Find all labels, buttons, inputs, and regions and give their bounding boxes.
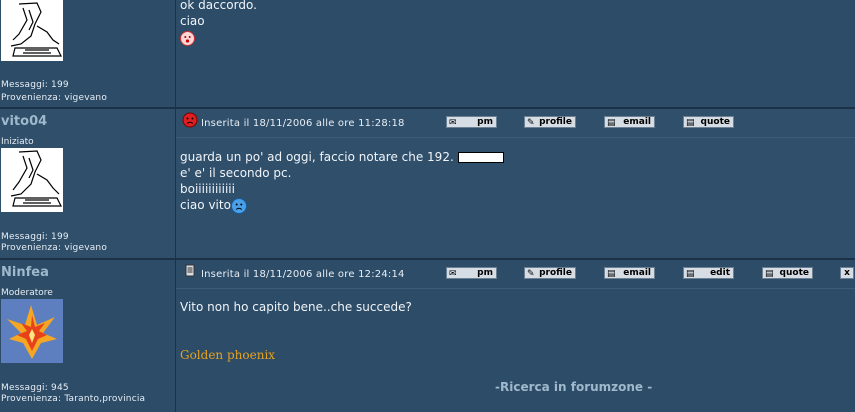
post-3-content: Inserita il 18/11/2006 alle ore 12:24:14… bbox=[176, 260, 855, 412]
pm-icon: ✉ bbox=[449, 269, 457, 279]
profile-label: profile bbox=[539, 117, 572, 127]
body-line: ok daccordo. bbox=[180, 0, 257, 12]
profile-icon: ✎ bbox=[527, 269, 535, 279]
quote-button[interactable]: ▤ quote bbox=[762, 267, 813, 279]
delete-label: x bbox=[844, 268, 850, 278]
body-line: guarda un po' ad oggi, faccio notare che… bbox=[180, 150, 454, 164]
post-3-author: Ninfea Moderatore Messaggi: 945 Provenie… bbox=[0, 260, 176, 412]
user-rank: Iniziato bbox=[1, 137, 34, 147]
user-rank: Moderatore bbox=[1, 288, 53, 298]
post-timestamp: Inserita il 18/11/2006 alle ore 11:28:18 bbox=[201, 118, 405, 129]
forum-search-link[interactable]: -Ricerca in forumzone - bbox=[495, 380, 652, 394]
pm-icon: ✉ bbox=[449, 118, 457, 128]
message-count: Messaggi: 199 bbox=[1, 232, 69, 242]
body-line: Vito non ho capito bene..che succede? bbox=[180, 300, 412, 314]
email-label: email bbox=[623, 117, 651, 127]
body-line: ciao bbox=[180, 14, 205, 28]
body-line: boiiiiiiiiiiii bbox=[180, 182, 235, 196]
post-body: ok daccordo. ciao bbox=[180, 0, 257, 46]
username[interactable]: vito04 bbox=[1, 114, 47, 129]
blush-smiley-icon bbox=[180, 31, 195, 46]
location: Provenienza: Taranto,provincia bbox=[1, 394, 146, 404]
avatar bbox=[1, 0, 63, 61]
body-line: ciao vito bbox=[180, 198, 231, 212]
location: Provenienza: vigevano bbox=[1, 243, 108, 253]
post-1-content: ok daccordo. ciao bbox=[176, 0, 855, 107]
edit-button[interactable]: ▤ edit bbox=[683, 267, 734, 279]
email-button[interactable]: ▤ email bbox=[604, 116, 655, 128]
username[interactable]: Ninfea bbox=[1, 265, 49, 280]
profile-icon: ✎ bbox=[527, 118, 535, 128]
avatar bbox=[1, 299, 63, 363]
quote-label: quote bbox=[779, 268, 809, 278]
post-body: Vito non ho capito bene..che succede? bbox=[180, 299, 412, 315]
post-2-author: vito04 Iniziato Messaggi: 199 Provenienz… bbox=[0, 109, 176, 258]
profile-label: profile bbox=[539, 268, 572, 278]
body-line: e' e' il secondo pc. bbox=[180, 166, 292, 180]
delete-button[interactable]: x bbox=[840, 267, 854, 279]
document-icon bbox=[185, 264, 195, 277]
quote-label: quote bbox=[700, 117, 730, 127]
redacted-block bbox=[457, 152, 504, 163]
post-3: Ninfea Moderatore Messaggi: 945 Provenie… bbox=[0, 260, 855, 412]
email-icon: ▤ bbox=[607, 118, 616, 128]
message-count: Messaggi: 199 bbox=[1, 80, 69, 90]
post-body: guarda un po' ad oggi, faccio notare che… bbox=[180, 149, 504, 214]
pm-label: pm bbox=[477, 117, 493, 127]
post-header: Inserita il 18/11/2006 alle ore 11:28:18… bbox=[176, 109, 855, 138]
avatar bbox=[1, 148, 63, 212]
post-2: vito04 Iniziato Messaggi: 199 Provenienz… bbox=[0, 109, 855, 258]
quote-button[interactable]: ▤ quote bbox=[683, 116, 734, 128]
location: Provenienza: vigevano bbox=[1, 93, 108, 103]
pm-button[interactable]: ✉ pm bbox=[446, 116, 497, 128]
email-icon: ▤ bbox=[607, 269, 616, 279]
pm-button[interactable]: ✉ pm bbox=[446, 267, 497, 279]
pm-label: pm bbox=[477, 268, 493, 278]
profile-button[interactable]: ✎ profile bbox=[524, 267, 576, 279]
message-count: Messaggi: 945 bbox=[1, 383, 69, 393]
post-header: Inserita il 18/11/2006 alle ore 12:24:14… bbox=[176, 260, 855, 289]
quote-icon: ▤ bbox=[686, 118, 695, 128]
post-timestamp: Inserita il 18/11/2006 alle ore 12:24:14 bbox=[201, 269, 405, 280]
email-button[interactable]: ▤ email bbox=[604, 267, 655, 279]
post-2-content: Inserita il 18/11/2006 alle ore 11:28:18… bbox=[176, 109, 855, 258]
quote-icon: ▤ bbox=[765, 269, 774, 279]
angry-face-icon bbox=[182, 112, 198, 128]
email-label: email bbox=[623, 268, 651, 278]
sad-smiley-icon bbox=[230, 197, 247, 214]
post-1: Messaggi: 199 Provenienza: vigevano ok d… bbox=[0, 0, 855, 107]
profile-button[interactable]: ✎ profile bbox=[524, 116, 576, 128]
edit-icon: ▤ bbox=[686, 269, 695, 279]
signature: Golden phoenix bbox=[180, 348, 276, 362]
post-1-author: Messaggi: 199 Provenienza: vigevano bbox=[0, 0, 176, 107]
edit-label: edit bbox=[710, 268, 730, 278]
